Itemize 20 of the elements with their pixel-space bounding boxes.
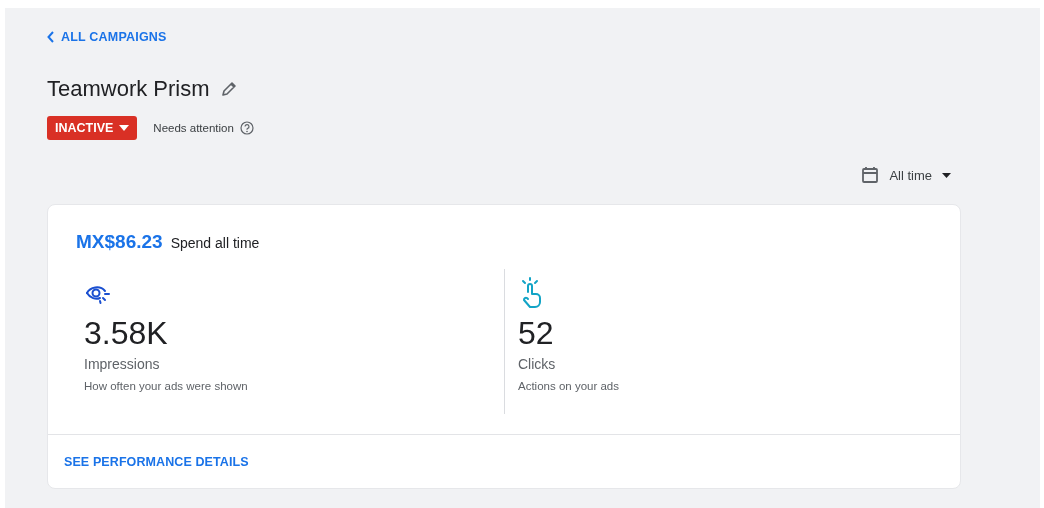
metric-label: Impressions [84, 356, 161, 372]
spend-label: Spend all time [170, 235, 260, 251]
status-dropdown[interactable]: INACTIVE [47, 116, 138, 140]
metric-description: Actions on your ads [518, 380, 620, 392]
status-note: Needs attention [153, 122, 234, 134]
date-range-dropdown[interactable]: All time [861, 166, 951, 184]
calendar-icon [861, 166, 880, 184]
metric-description: How often your ads were shown [84, 380, 249, 392]
metric-label: Clicks [518, 356, 557, 372]
spend-amount: MX$86.23 [76, 231, 163, 253]
performance-details-link[interactable]: SEE PERFORMANCE DETAILS [64, 455, 249, 469]
campaign-title: Teamwork Prism [47, 76, 210, 102]
caret-icon [942, 172, 951, 178]
metric-value: 52 [518, 315, 555, 352]
chevron-left-icon [47, 31, 55, 43]
edit-icon[interactable] [219, 80, 238, 98]
caret-icon [119, 125, 130, 131]
metric-value: 3.58K [84, 315, 169, 352]
help-icon[interactable] [239, 121, 254, 135]
all-campaigns-link[interactable]: ALL CAMPAIGNS [47, 30, 167, 44]
